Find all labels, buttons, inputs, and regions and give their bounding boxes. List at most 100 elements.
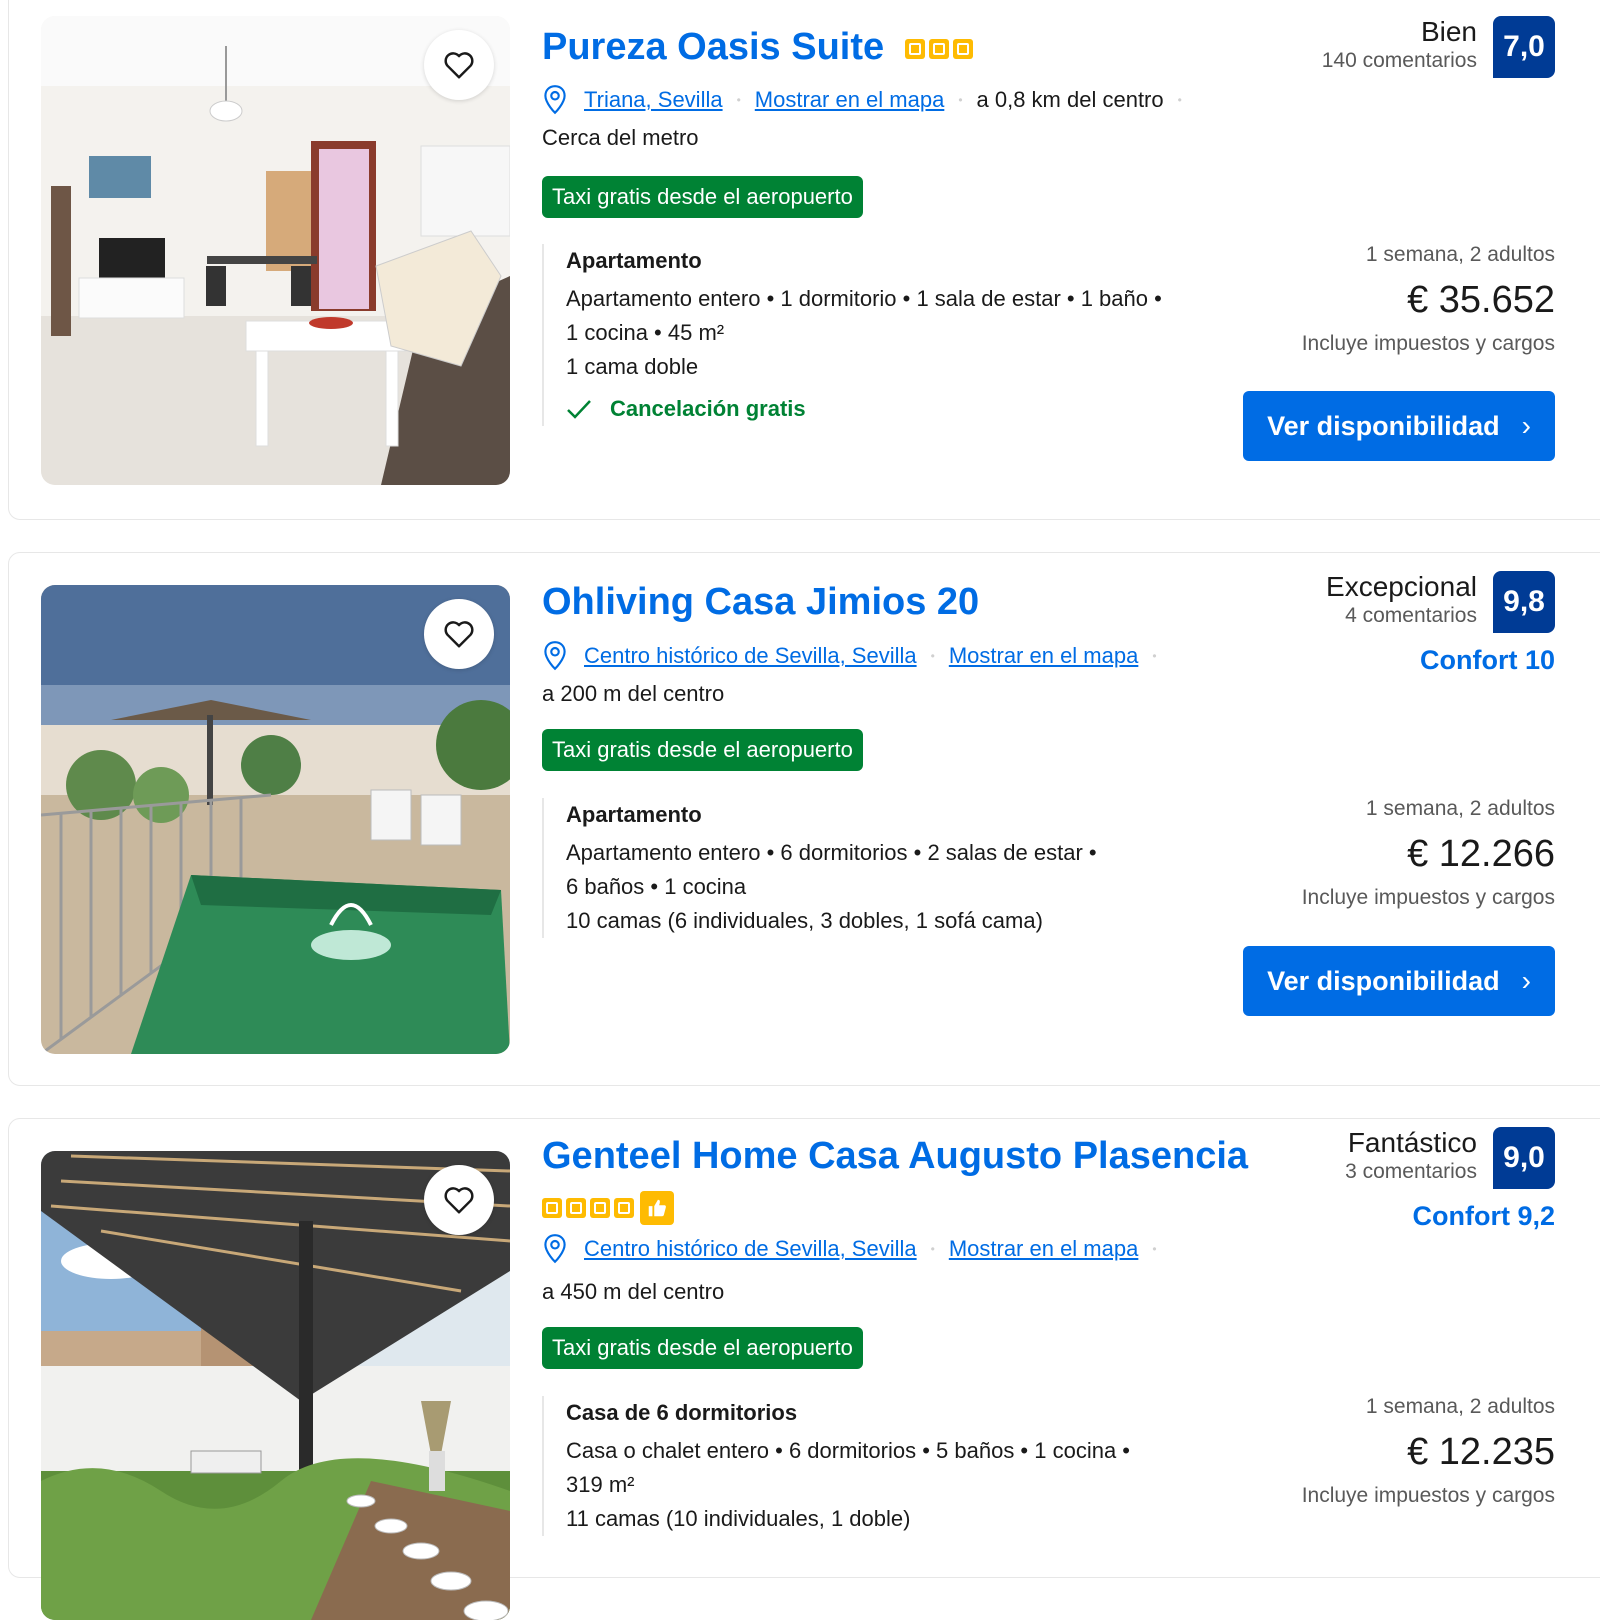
free-taxi-badge: Taxi gratis desde el aeropuerto [542,176,863,218]
property-title[interactable]: Ohliving Casa Jimios 20 [542,581,979,624]
property-card: Ohliving Casa Jimios 20 Centro histórico… [8,552,1600,1086]
location-link[interactable]: Triana, Sevilla [584,87,723,113]
review-count: 4 comentarios [1345,604,1477,627]
unit-description: Apartamento entero • 1 dormitorio • 1 sa… [566,286,1162,311]
see-availability-label: Ver disponibilidad [1267,410,1500,441]
separator-dot: • [1152,649,1157,663]
location-row: Centro histórico de Sevilla, Sevilla • M… [542,640,1171,672]
show-on-map-link[interactable]: Mostrar en el mapa [755,87,945,113]
review-count: 140 comentarios [1321,49,1477,72]
map-pin-icon [542,1233,568,1265]
taxes-note: Incluye impuestos y cargos [1301,886,1555,909]
bed-info: 10 camas (6 individuales, 3 dobles, 1 so… [566,908,1043,933]
price: € 12.235 [1407,1431,1555,1473]
property-title-text[interactable]: Pureza Oasis Suite [542,26,884,68]
show-on-map-link[interactable]: Mostrar en el mapa [949,643,1139,669]
star-icon [542,1198,562,1218]
review-score[interactable]: Bien 140 comentarios 7,0 [1322,16,1555,78]
property-photo[interactable] [41,16,510,485]
comfort-score: Confort 10 [1420,645,1555,675]
star-rating [542,1191,674,1225]
bed-info: 1 cama doble [566,354,699,379]
rating-word: Bien [1420,16,1477,47]
unit-description: Apartamento entero • 6 dormitorios • 2 s… [566,840,1097,865]
rating-word: Fantástico [1347,1127,1477,1158]
favorite-button[interactable] [424,30,494,100]
review-score[interactable]: Excepcional 4 comentarios 9,8 [1326,571,1555,633]
star-icon [614,1198,634,1218]
map-pin-icon [542,640,568,672]
see-availability-button[interactable]: Ver disponibilidad › [1243,391,1555,461]
property-title-text[interactable]: Ohliving Casa Jimios 20 [542,581,979,623]
favorite-button[interactable] [424,599,494,669]
score-badge: 9,8 [1493,571,1555,633]
distance-text: a 0,8 km del centro [976,87,1164,112]
metro-note: Cerca del metro [542,125,699,150]
distance-text: a 450 m del centro [542,1279,725,1304]
check-icon [567,400,591,419]
separator-dot: • [930,1242,935,1256]
location-link[interactable]: Centro histórico de Sevilla, Sevilla [584,1236,917,1262]
star-icon [928,38,949,59]
unit-details: Casa de 6 dormitorios Casa o chalet ente… [542,1396,1226,1536]
stay-length: 1 semana, 2 adultos [1365,797,1555,820]
separator-dot: • [930,649,935,663]
separator-dot: • [736,93,741,107]
property-card: Pureza Oasis Suite Triana, Sevilla • Mos… [8,0,1600,520]
free-taxi-badge: Taxi gratis desde el aeropuerto [542,729,863,771]
price-block: 1 semana, 2 adultos € 12.266 Incluye imp… [1302,797,1555,910]
taxes-note: Incluye impuestos y cargos [1301,1484,1555,1507]
distance-text: a 200 m del centro [542,681,725,706]
map-pin-icon [542,84,568,116]
bed-info: 11 camas (10 individuales, 1 doble) [566,1506,911,1531]
separator-dot: • [1177,93,1182,107]
star-icon [566,1198,586,1218]
star-icon [590,1198,610,1218]
price: € 35.652 [1407,279,1555,321]
chevron-right-icon: › [1521,965,1531,996]
property-card: Genteel Home Casa Augusto Plasencia Cent… [8,1118,1600,1620]
stay-length: 1 semana, 2 adultos [1365,1395,1555,1418]
unit-type: Apartamento [566,802,702,827]
stay-length: 1 semana, 2 adultos [1365,243,1555,266]
cancellation-text: Cancelación gratis [610,396,806,421]
unit-description-cont: 1 cocina • 45 m² [566,320,725,345]
location-link[interactable]: Centro histórico de Sevilla, Sevilla [584,643,917,669]
property-title-text[interactable]: Genteel Home Casa Augusto Plasencia [542,1135,1248,1177]
location-row: Centro histórico de Sevilla, Sevilla • M… [542,1233,1171,1265]
price-block: 1 semana, 2 adultos € 12.235 Incluye imp… [1302,1395,1555,1508]
price: € 12.266 [1407,833,1555,875]
property-title[interactable]: Pureza Oasis Suite [542,26,973,69]
property-photo[interactable] [41,585,510,1054]
star-icon [952,38,973,59]
separator-dot: • [1152,1242,1157,1256]
review-score[interactable]: Fantástico 3 comentarios 9,0 [1345,1127,1555,1189]
unit-type: Casa de 6 dormitorios [566,1400,798,1425]
property-photo[interactable] [41,1151,510,1620]
see-availability-button[interactable]: Ver disponibilidad › [1243,946,1555,1016]
unit-description: Casa o chalet entero • 6 dormitorios • 5… [566,1438,1130,1463]
star-icon [904,38,925,59]
heart-icon [444,1187,474,1214]
separator-dot: • [958,93,963,107]
free-taxi-badge: Taxi gratis desde el aeropuerto [542,1327,863,1369]
review-count: 3 comentarios [1345,1160,1477,1183]
location-row: Triana, Sevilla • Mostrar en el mapa • a… [542,84,1196,116]
show-on-map-link[interactable]: Mostrar en el mapa [949,1236,1139,1262]
chevron-right-icon: › [1521,410,1531,441]
comfort-score: Confort 9,2 [1412,1201,1555,1231]
star-rating [904,38,973,59]
unit-details: Apartamento Apartamento entero • 6 dormi… [542,798,1226,938]
price-block: 1 semana, 2 adultos € 35.652 Incluye imp… [1302,243,1555,356]
unit-details: Apartamento Apartamento entero • 1 dormi… [542,244,1226,426]
rating-word: Excepcional [1326,571,1477,602]
heart-icon [444,621,474,648]
thumbs-up-icon[interactable] [640,1191,674,1225]
favorite-button[interactable] [424,1165,494,1235]
see-availability-label: Ver disponibilidad [1267,965,1500,996]
score-badge: 9,0 [1493,1127,1555,1189]
taxes-note: Incluye impuestos y cargos [1301,332,1555,355]
free-cancellation: Cancelación gratis [566,392,1226,426]
property-title[interactable]: Genteel Home Casa Augusto Plasencia [542,1135,1248,1178]
heart-icon [444,52,474,79]
